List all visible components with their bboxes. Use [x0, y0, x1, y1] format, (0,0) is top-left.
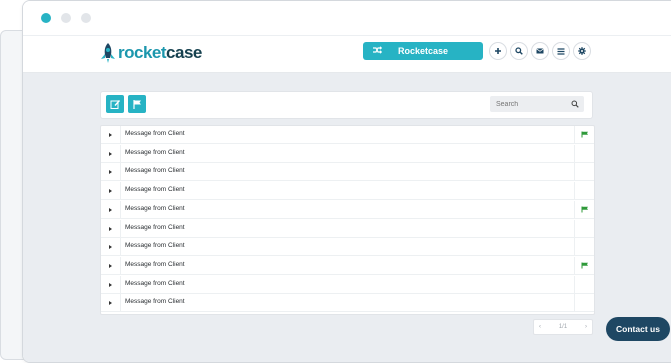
compose-button[interactable]: [106, 95, 124, 113]
rocketcase-logo[interactable]: rocketcase: [99, 40, 202, 66]
mail-button[interactable]: [531, 42, 549, 60]
green-flag-icon[interactable]: [581, 206, 589, 213]
flag-filter-button[interactable]: [128, 95, 146, 113]
expand-arrow-icon[interactable]: [109, 263, 112, 268]
table-row[interactable]: Message from Client: [101, 238, 594, 257]
message-subject: Message from Client: [125, 298, 185, 306]
menu-icon: [557, 47, 565, 55]
search-button[interactable]: [510, 42, 528, 60]
table-row[interactable]: Message from Client: [101, 182, 594, 201]
settings-button[interactable]: [573, 42, 591, 60]
search-box: [490, 96, 584, 112]
page-indicator: 1/1: [558, 324, 568, 330]
table-row[interactable]: Message from Client: [101, 294, 594, 313]
window-dot-active: [41, 13, 51, 23]
message-subject: Message from Client: [125, 242, 185, 250]
table-row[interactable]: Message from Client: [101, 219, 594, 238]
message-subject: Message from Client: [125, 204, 185, 212]
prev-page-icon[interactable]: ‹: [539, 324, 541, 330]
search-icon[interactable]: [571, 100, 579, 108]
gear-icon: [578, 47, 586, 55]
rocket-icon: [101, 43, 115, 63]
browser-window: rocketcase Rocketcase Search Message fro…: [22, 0, 671, 363]
pagination: ‹ 1/1 ›: [533, 319, 593, 335]
green-flag-icon[interactable]: [581, 262, 589, 269]
expand-arrow-icon[interactable]: [109, 301, 112, 306]
table-row[interactable]: Message from Client: [101, 144, 594, 163]
message-subject: Message from Client: [125, 130, 185, 137]
shuffle-icon: [373, 46, 382, 54]
message-subject: Message from Client: [125, 223, 185, 231]
menu-button[interactable]: [552, 42, 570, 60]
flag-icon: [132, 99, 141, 109]
switch-account-button[interactable]: Rocketcase: [363, 42, 483, 60]
expand-arrow-icon[interactable]: [109, 170, 112, 175]
add-button[interactable]: [489, 42, 507, 60]
switch-account-label: Rocketcase: [397, 46, 449, 56]
table-row[interactable]: Message from Client: [101, 163, 594, 182]
message-list: Message from Client Message from Client …: [100, 125, 595, 315]
search-input[interactable]: [490, 96, 576, 112]
message-subject: Message from Client: [125, 279, 185, 287]
table-row[interactable]: Message from Client: [101, 275, 594, 294]
window-dot: [81, 13, 91, 23]
expand-arrow-icon[interactable]: [109, 133, 112, 137]
search-icon: [515, 47, 523, 55]
expand-arrow-icon[interactable]: [109, 226, 112, 231]
expand-arrow-icon[interactable]: [109, 282, 112, 287]
next-page-icon[interactable]: ›: [585, 324, 587, 330]
message-toolbar: [100, 91, 593, 119]
mail-icon: [536, 48, 544, 54]
green-flag-icon[interactable]: [581, 131, 589, 138]
plus-icon: [495, 48, 501, 54]
expand-arrow-icon[interactable]: [109, 245, 112, 250]
message-subject: Message from Client: [125, 186, 185, 194]
expand-arrow-icon[interactable]: [109, 189, 112, 194]
table-row[interactable]: Message from Client: [101, 200, 594, 219]
message-subject: Message from Client: [125, 167, 185, 175]
expand-arrow-icon[interactable]: [109, 207, 112, 212]
app-header: rocketcase Rocketcase: [23, 36, 671, 73]
message-subject: Message from Client: [125, 260, 185, 268]
message-subject: Message from Client: [125, 148, 185, 156]
logo-text: rocketcase: [118, 43, 202, 62]
table-row[interactable]: Message from Client: [101, 126, 594, 144]
window-titlebar: [23, 1, 671, 36]
window-dot: [61, 13, 71, 23]
compose-icon: [110, 99, 120, 109]
expand-arrow-icon[interactable]: [109, 151, 112, 156]
table-row[interactable]: Message from Client: [101, 256, 594, 275]
contact-us-button[interactable]: Contact us: [606, 317, 670, 341]
